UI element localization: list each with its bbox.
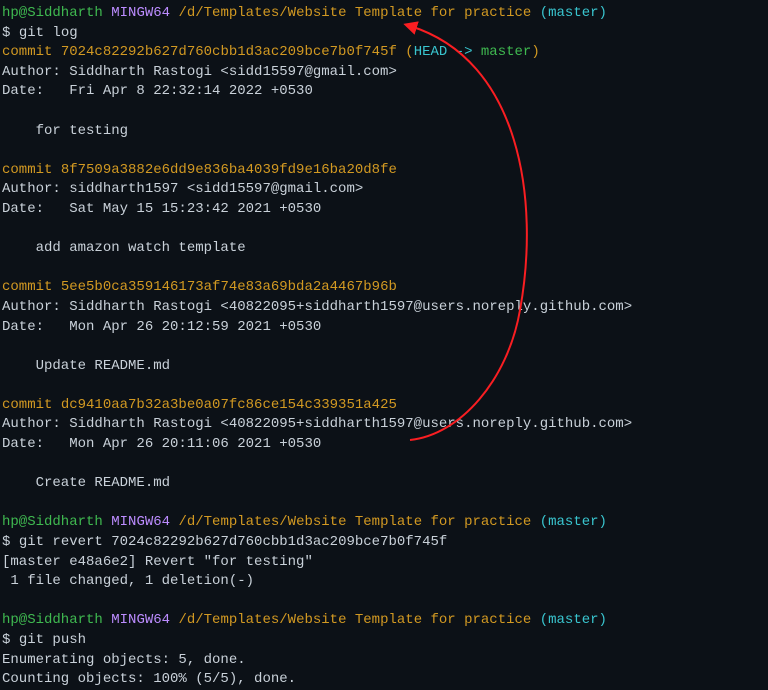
prompt-shell: MINGW64: [111, 5, 170, 21]
commit-hash: 8f7509a3882e6dd9e836ba4039fd9e16ba20d8fe: [61, 162, 397, 178]
commit-hash: 5ee5b0ca359146173af74e83a69bda2a4467b96b: [61, 279, 397, 295]
prompt-user-host: hp@Siddharth: [2, 612, 103, 628]
prompt-branch: master: [548, 514, 598, 530]
commit-message: for testing: [2, 122, 766, 142]
head-ref: HEAD ->: [414, 44, 481, 60]
prompt-dollar: $: [2, 534, 19, 550]
blank-line: [2, 102, 766, 122]
prompt-shell: MINGW64: [111, 514, 170, 530]
date-line: Date: Sat May 15 15:23:42 2021 +0530: [2, 200, 766, 220]
commit-label: commit: [2, 279, 61, 295]
prompt-path: /d/Templates/Website Template for practi…: [178, 5, 531, 21]
blank-line: [2, 220, 766, 240]
blank-line: [2, 259, 766, 279]
blank-line: [2, 494, 766, 514]
terminal-output[interactable]: hp@Siddharth MINGW64 /d/Templates/Websit…: [2, 4, 766, 690]
output-line: 1 file changed, 1 deletion(-): [2, 572, 766, 592]
commit-label: commit: [2, 44, 61, 60]
blank-line: [2, 592, 766, 612]
commit-line: commit 5ee5b0ca359146173af74e83a69bda2a4…: [2, 278, 766, 298]
command-text: git push: [19, 632, 86, 648]
blank-line: [2, 455, 766, 475]
blank-line: [2, 337, 766, 357]
prompt-line: hp@Siddharth MINGW64 /d/Templates/Websit…: [2, 513, 766, 533]
prompt-user-host: hp@Siddharth: [2, 5, 103, 21]
date-line: Date: Mon Apr 26 20:11:06 2021 +0530: [2, 435, 766, 455]
prompt-path: /d/Templates/Website Template for practi…: [178, 514, 531, 530]
command-text: git log: [19, 25, 78, 41]
author-line: Author: Siddharth Rastogi <40822095+sidd…: [2, 298, 766, 318]
author-line: Author: siddharth1597 <sidd15597@gmail.c…: [2, 180, 766, 200]
date-line: Date: Mon Apr 26 20:12:59 2021 +0530: [2, 318, 766, 338]
output-line: [master e48a6e2] Revert "for testing": [2, 553, 766, 573]
author-line: Author: Siddharth Rastogi <sidd15597@gma…: [2, 63, 766, 83]
prompt-dollar: $: [2, 25, 19, 41]
prompt-dollar: $: [2, 632, 19, 648]
commit-message: Update README.md: [2, 357, 766, 377]
prompt-branch: master: [548, 5, 598, 21]
commit-message: add amazon watch template: [2, 239, 766, 259]
commit-message: Create README.md: [2, 474, 766, 494]
command-text: git revert 7024c82292b627d760cbb1d3ac209…: [19, 534, 447, 550]
prompt-user-host: hp@Siddharth: [2, 514, 103, 530]
author-line: Author: Siddharth Rastogi <40822095+sidd…: [2, 415, 766, 435]
output-line: Enumerating objects: 5, done.: [2, 651, 766, 671]
output-line: Counting objects: 100% (5/5), done.: [2, 670, 766, 690]
command-line[interactable]: $ git push: [2, 631, 766, 651]
command-line[interactable]: $ git revert 7024c82292b627d760cbb1d3ac2…: [2, 533, 766, 553]
commit-line: commit dc9410aa7b32a3be0a07fc86ce154c339…: [2, 396, 766, 416]
branch-ref: master: [481, 44, 531, 60]
blank-line: [2, 376, 766, 396]
command-line[interactable]: $ git log: [2, 24, 766, 44]
date-line: Date: Fri Apr 8 22:32:14 2022 +0530: [2, 82, 766, 102]
commit-line: commit 7024c82292b627d760cbb1d3ac209bce7…: [2, 43, 766, 63]
prompt-shell: MINGW64: [111, 612, 170, 628]
blank-line: [2, 141, 766, 161]
commit-label: commit: [2, 162, 61, 178]
commit-label: commit: [2, 397, 61, 413]
commit-hash: dc9410aa7b32a3be0a07fc86ce154c339351a425: [61, 397, 397, 413]
prompt-line: hp@Siddharth MINGW64 /d/Templates/Websit…: [2, 4, 766, 24]
commit-line: commit 8f7509a3882e6dd9e836ba4039fd9e16b…: [2, 161, 766, 181]
prompt-path: /d/Templates/Website Template for practi…: [178, 612, 531, 628]
prompt-line: hp@Siddharth MINGW64 /d/Templates/Websit…: [2, 611, 766, 631]
commit-hash: 7024c82292b627d760cbb1d3ac209bce7b0f745f: [61, 44, 397, 60]
prompt-branch: master: [548, 612, 598, 628]
